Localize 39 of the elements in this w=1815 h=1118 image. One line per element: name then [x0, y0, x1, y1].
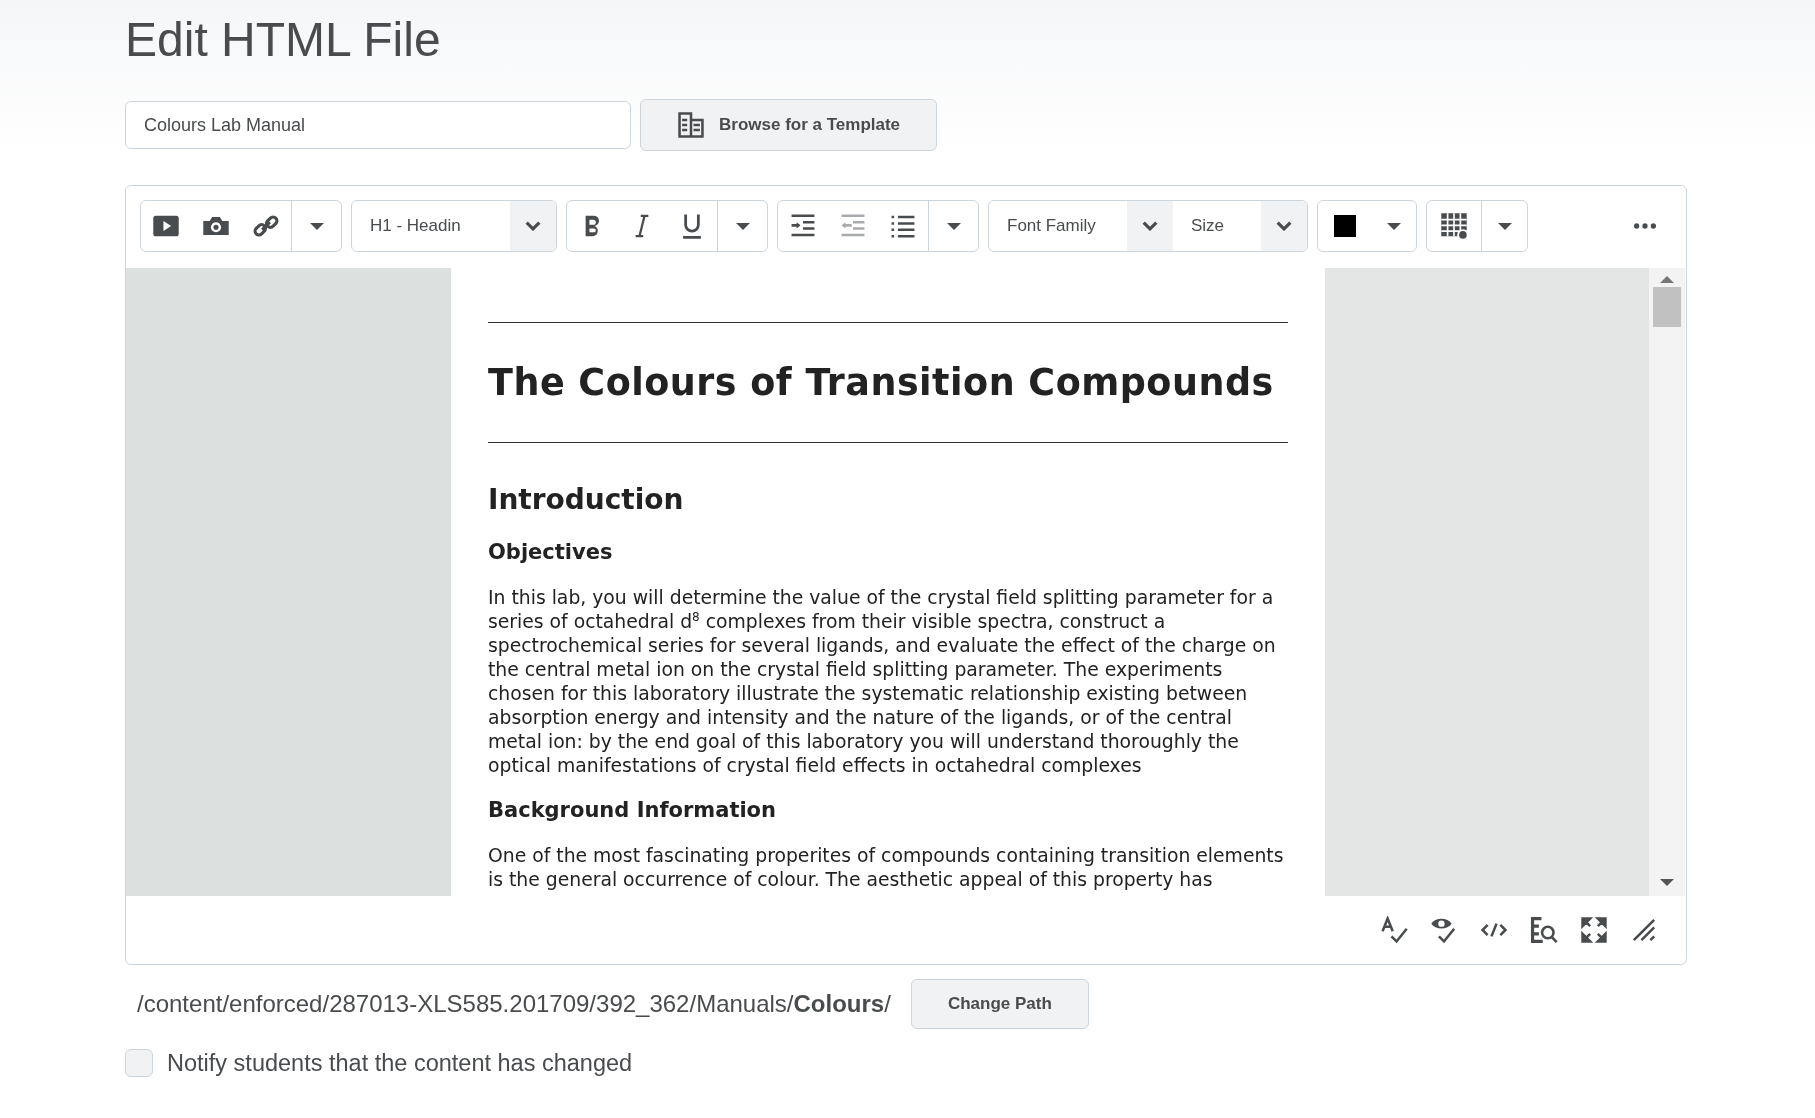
template-icon [677, 111, 705, 139]
font-size-dropdown[interactable] [1261, 201, 1307, 251]
title-field[interactable]: Colours Lab Manual [125, 101, 631, 149]
chevron-down-icon [1276, 221, 1292, 231]
paragraph: One of the most fascinating properites of compounds containing transition elements is the general occurrence of colour. The aesthetic appeal of this property has [488, 844, 1285, 892]
block-format-dropdown[interactable] [510, 201, 556, 251]
caret-icon [309, 222, 324, 230]
font-size-select[interactable]: Size [1173, 201, 1261, 251]
spellcheck-icon [1380, 916, 1408, 944]
subsection-heading: Objectives [488, 540, 614, 564]
browse-template-button[interactable]: Browse for a Template [640, 99, 938, 151]
scrollbar[interactable] [1649, 268, 1685, 896]
notify-label: Notify students that the content has changed [167, 1049, 633, 1077]
chevron-down-icon [525, 221, 541, 231]
caret-icon [735, 222, 750, 230]
caret-icon [946, 222, 961, 230]
paragraph: In this lab, you will determine the value of the crystal field splitting parameter for a series of octahedral d$^{8}$ complexes from their visible spectra, construct a spectrochemical series for several ligands, and evaluate the effect of the charge on the central metal ion on the crystal field splitting parameter. The experiments chosen for this laboratory illustrate the systematic relationship existing between absorption energy and intensity and the nature of the ligands, or of the central metal ion: by the end goal of this laboratory you will understand thoroughly the optical manifestations of crystal field effects in octahedral complexes [488, 586, 1277, 778]
preview-icon [1530, 916, 1558, 944]
more-icon [1634, 223, 1656, 229]
notify-checkbox[interactable] [125, 1049, 153, 1077]
change-path-button[interactable]: Change Path [910, 979, 1089, 1029]
font-family-select[interactable]: Font Family [989, 201, 1127, 251]
fullscreen-icon [1580, 916, 1608, 944]
accessibility-check-icon [1430, 916, 1458, 944]
document-title: The Colours of Transition Compounds [488, 361, 1275, 404]
caret-icon [1497, 222, 1512, 230]
font-family-dropdown[interactable] [1127, 201, 1173, 251]
page-title: Edit HTML File [125, 12, 442, 68]
subsection-heading: Background Information [488, 798, 777, 822]
file-path: /content/enforced/287013-XLS585.201709/392_362/Manuals/Colours/ [137, 990, 891, 1018]
table-icon [1440, 212, 1468, 240]
resize-handle-icon [1630, 916, 1658, 944]
section-heading: Introduction [488, 483, 685, 516]
caret-icon [1387, 222, 1401, 230]
scrollbar-thumb[interactable] [1653, 287, 1681, 327]
scroll-down-icon [1660, 879, 1674, 886]
block-format-select[interactable]: H1 - Headin [352, 201, 510, 251]
scroll-up-icon [1660, 276, 1674, 283]
chevron-down-icon [1142, 221, 1158, 231]
